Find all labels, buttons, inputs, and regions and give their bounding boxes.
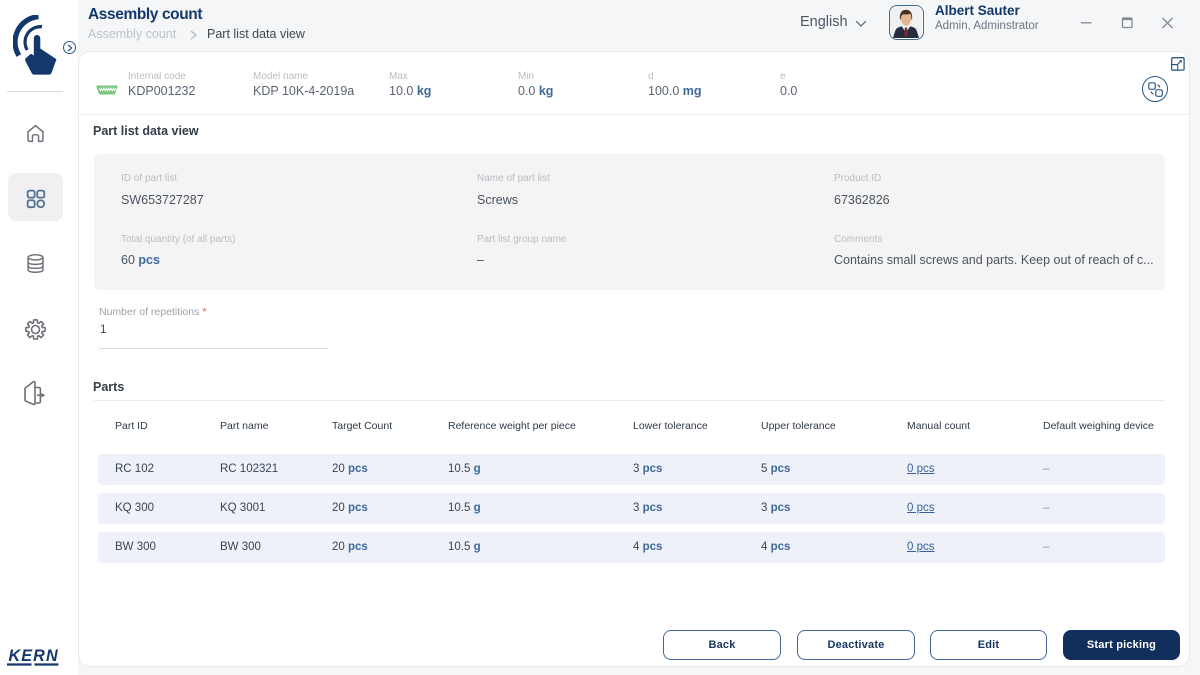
svg-text:KERN: KERN [9,647,59,665]
